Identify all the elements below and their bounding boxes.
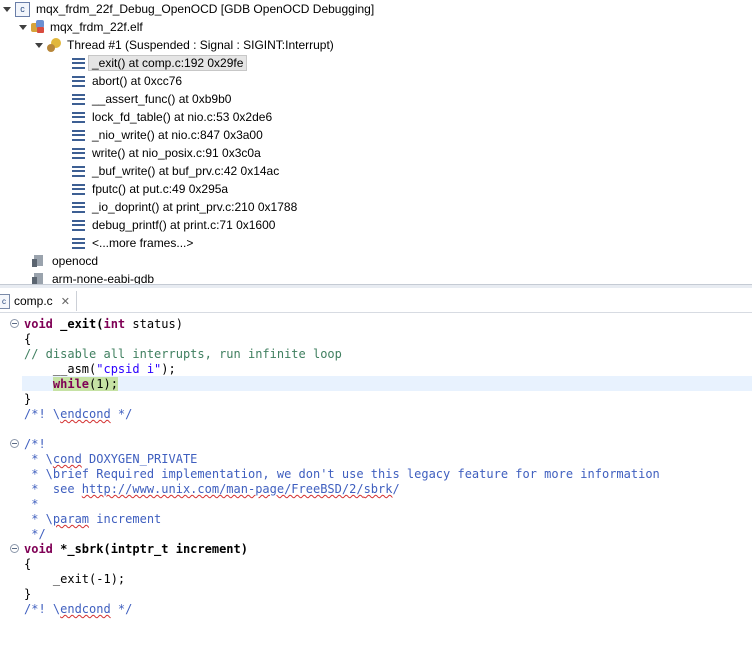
stack-frame-9[interactable]: debug_printf() at print.c:71 0x1600 [72,216,275,234]
fold-minus-icon[interactable] [10,439,19,448]
code-line-16: void *_sbrk(intptr_t increment) [24,542,248,556]
code-line-1: void _exit(int status) [24,317,183,331]
frame-label: abort() at 0xcc76 [92,74,183,88]
code-line-11: * \brief Required implementation, we don… [24,467,660,481]
stack-frame-2[interactable]: __assert_func() at 0xb9b0 [72,90,231,108]
more-frames[interactable]: <...more frames...> [72,234,193,252]
code-line-10: * \cond DOXYGEN_PRIVATE [24,452,198,466]
collapse-arrow-icon [35,42,43,48]
debug-view: c mqx_frdm_22f_Debug_OpenOCD [GDB OpenOC… [0,0,752,285]
frame-label: _exit() at comp.c:192 0x29fe [88,55,248,71]
code-line-20: /*! \endcond */ [24,602,133,616]
fold-minus-icon[interactable] [10,319,19,328]
code-line-6: } [24,392,32,406]
collapse-arrow-icon [3,6,11,12]
code-line-9: /*! [24,437,46,451]
stack-frame-icon [72,93,85,105]
stack-frame-icon [72,219,85,231]
frame-label: _io_doprint() at print_prv.c:210 0x1788 [92,200,298,214]
thread-node[interactable]: Thread #1 (Suspended : Signal : SIGINT:I… [34,36,334,54]
launch-label: mqx_frdm_22f_Debug_OpenOCD [GDB OpenOCD … [36,2,375,16]
frame-label: __assert_func() at 0xb9b0 [92,92,232,106]
process-openocd[interactable]: openocd [32,252,98,270]
stack-frame-3[interactable]: lock_fd_table() at nio.c:53 0x2de6 [72,108,272,126]
thread-label: Thread #1 (Suspended : Signal : SIGINT:I… [67,38,334,52]
code-line-12: * see http://www.unix.com/man-page/FreeB… [24,482,400,496]
elf-binary-icon [31,20,45,34]
frame-label: debug_printf() at print.c:71 0x1600 [92,218,276,232]
code-line-14: * \param increment [24,512,162,526]
stack-frame-icon [72,237,85,249]
expand-toggle[interactable] [34,36,44,54]
stack-frame-8[interactable]: _io_doprint() at print_prv.c:210 0x1788 [72,198,297,216]
collapse-arrow-icon [19,24,27,30]
stack-frame-6[interactable]: _buf_write() at buf_prv.c:42 0x14ac [72,162,279,180]
code-line-3: // disable all interrupts, run infinite … [24,347,342,361]
code-line-17: { [24,557,32,571]
editor-tab-comp-c[interactable]: c comp.c ✕ [0,291,77,311]
frame-label: _buf_write() at buf_prv.c:42 0x14ac [92,164,280,178]
frame-label: write() at nio_posix.c:91 0x3c0a [92,146,261,160]
stack-frame-7[interactable]: fputc() at put.c:49 0x295a [72,180,228,198]
stack-frame-icon [72,129,85,141]
stack-frame-icon [72,201,85,213]
fold-minus-icon[interactable] [10,544,19,553]
code-editor[interactable]: void _exit(int status) { // disable all … [0,313,752,651]
code-line-15: */ [24,527,46,541]
expand-toggle[interactable] [2,0,12,18]
stack-frame-1[interactable]: abort() at 0xcc76 [72,72,182,90]
elf-label: mqx_frdm_22f.elf [50,20,143,34]
code-line-2: { [24,332,32,346]
editor-tab-label: comp.c [14,294,53,308]
close-icon[interactable]: ✕ [61,295,70,308]
stack-frame-4[interactable]: _nio_write() at nio.c:847 0x3a00 [72,126,263,144]
frame-label: fputc() at put.c:49 0x295a [92,182,229,196]
code-line-4: __asm("cpsid i"); [24,362,176,376]
code-line-7: /*! \endcond */ [24,407,133,421]
stack-frame-icon [72,147,85,159]
launch-config-icon: c [15,1,30,17]
stack-frame-0[interactable]: _exit() at comp.c:192 0x29fe [72,54,248,72]
stack-frame-icon [72,183,85,195]
frame-label: lock_fd_table() at nio.c:53 0x2de6 [92,110,273,124]
c-file-icon: c [0,293,10,309]
elf-node[interactable]: mqx_frdm_22f.elf [18,18,143,36]
stack-frame-icon [72,165,85,177]
code-line-13: * [24,497,39,511]
stack-frame-icon [72,57,85,69]
process-gdb[interactable]: arm-none-eabi-gdb [32,270,154,285]
process-icon [32,254,45,268]
code-line-18: _exit(-1); [24,572,126,586]
frame-label: <...more frames...> [92,236,194,250]
suspended-thread-icon [47,38,62,52]
editor-tabbar: c comp.c ✕ [0,288,752,313]
launch-node[interactable]: c mqx_frdm_22f_Debug_OpenOCD [GDB OpenOC… [2,0,374,18]
code-line-5: while(1); [52,377,118,391]
process-label: openocd [52,254,99,268]
current-line-highlight [22,376,752,391]
stack-frame-icon [72,75,85,87]
expand-toggle[interactable] [18,18,28,36]
code-line-19: } [24,587,32,601]
stack-frame-5[interactable]: write() at nio_posix.c:91 0x3c0a [72,144,261,162]
stack-frame-icon [72,111,85,123]
frame-label: _nio_write() at nio.c:847 0x3a00 [92,128,263,142]
